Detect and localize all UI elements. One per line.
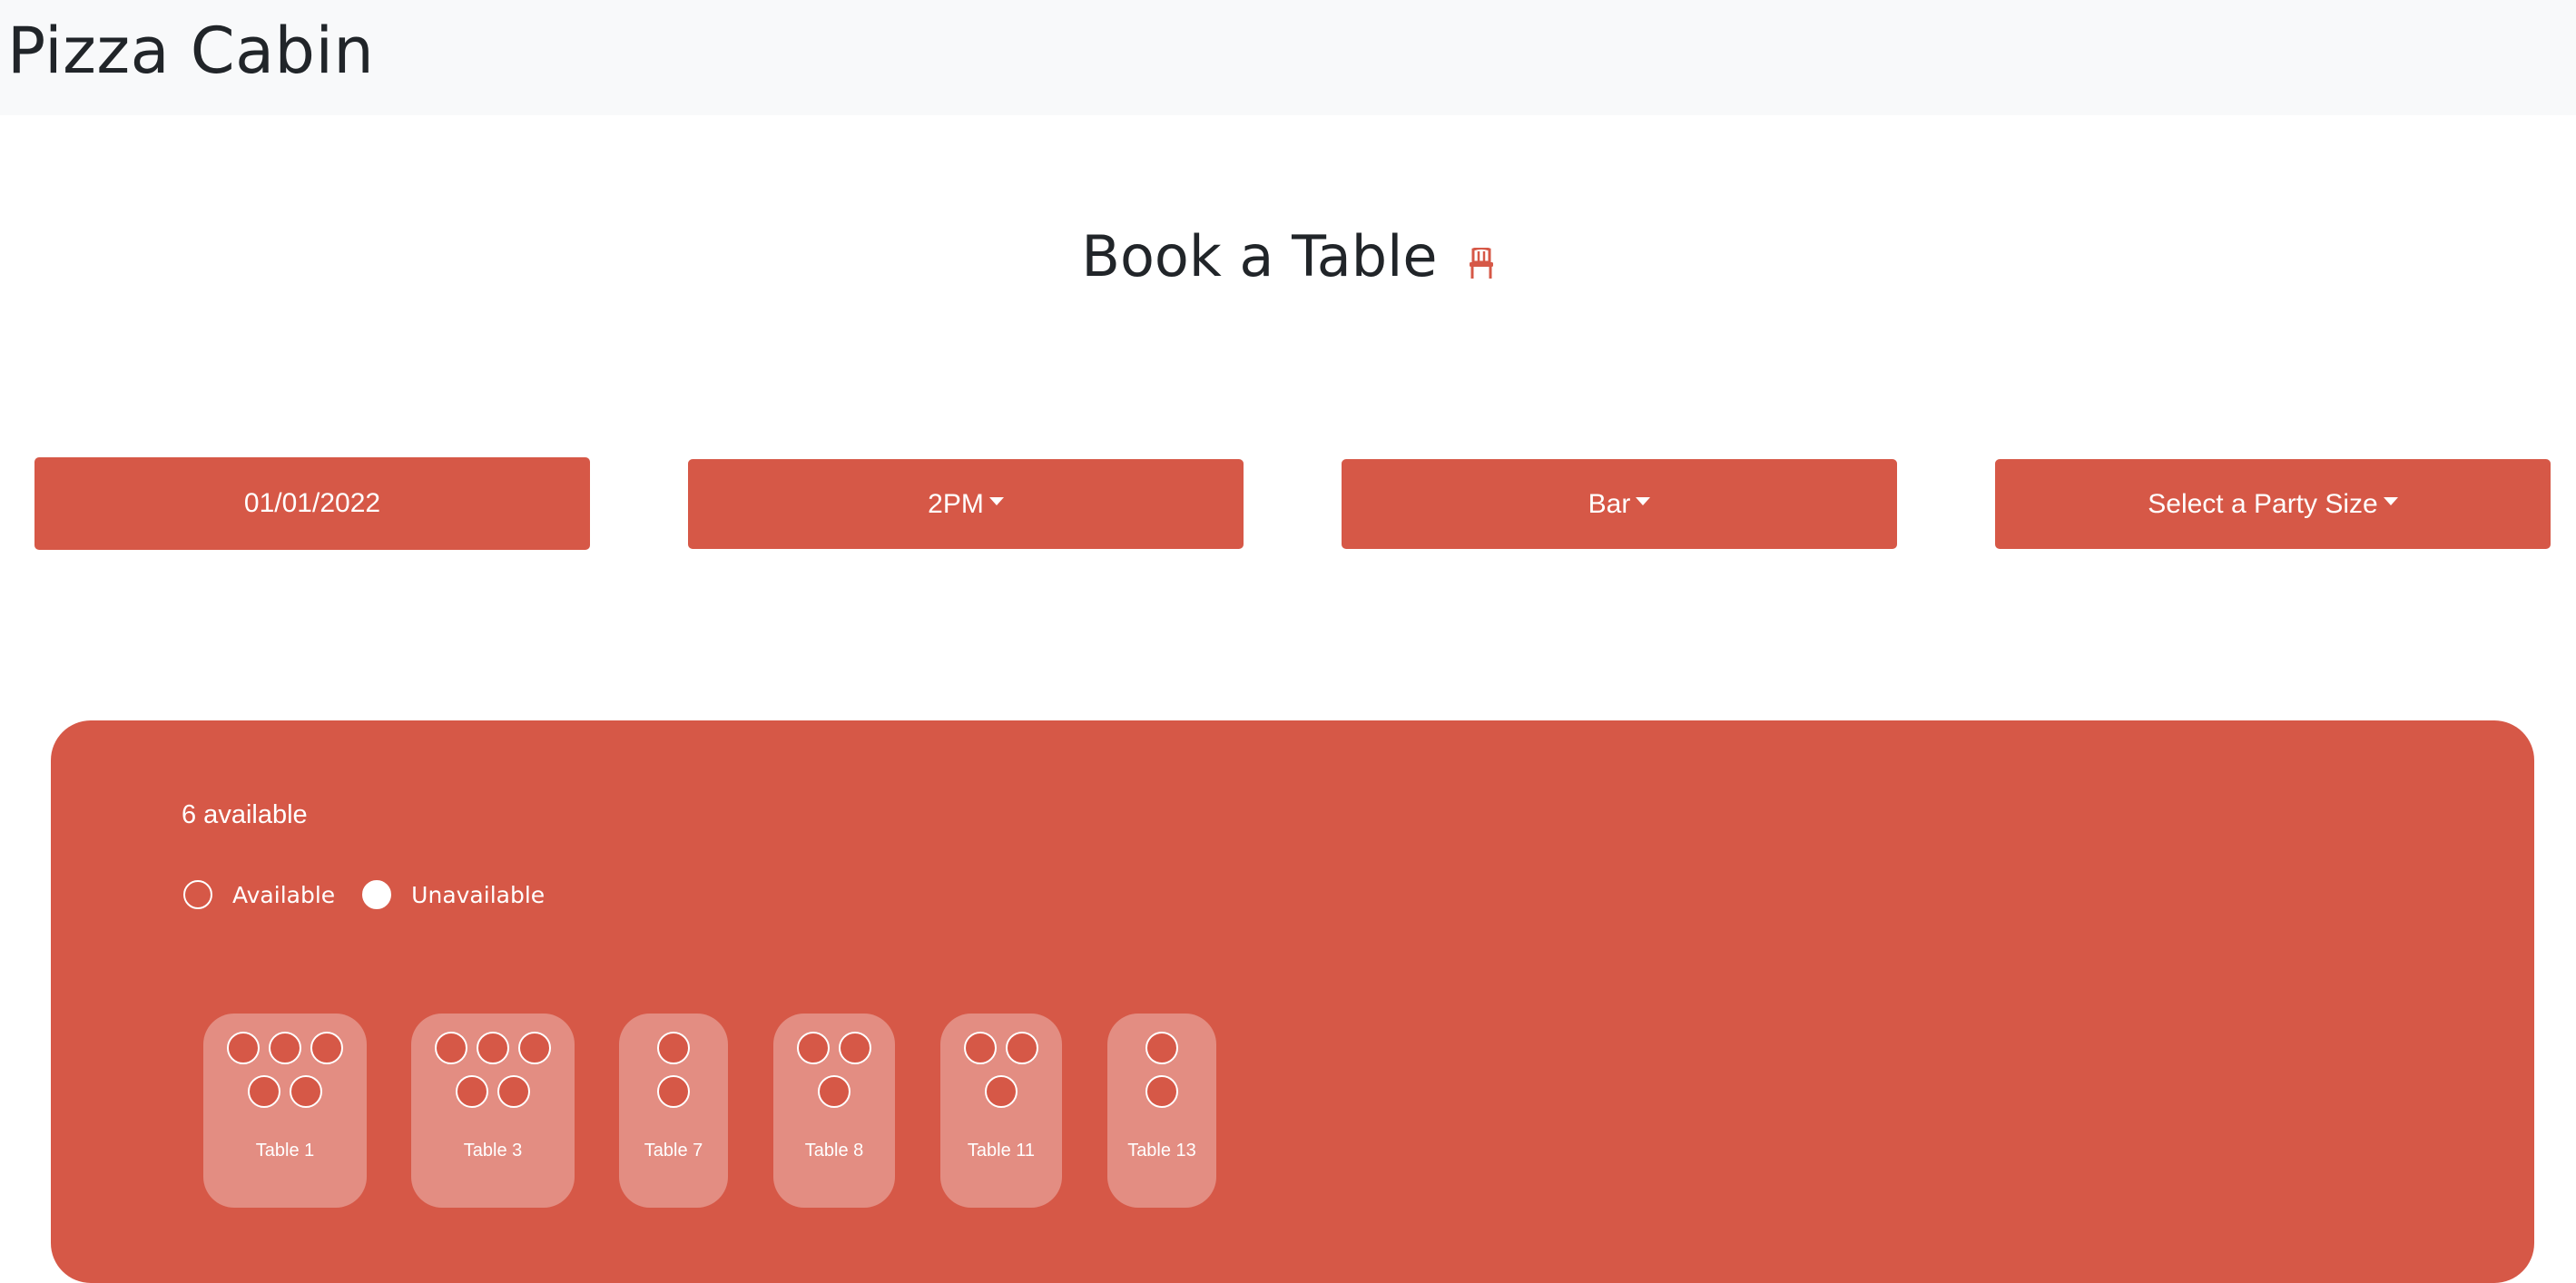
party-size-dropdown[interactable]: Select a Party Size [1995,459,2551,549]
page-title: Book a Table [1081,223,1438,289]
heading-row: Book a Table [0,216,2576,298]
area-label: Bar [1588,488,1631,519]
seat-icon[interactable] [839,1032,871,1064]
seat-icon[interactable] [269,1032,301,1064]
table-card[interactable]: Table 3 [411,1014,575,1208]
seat-icon[interactable] [985,1075,1018,1108]
table-card[interactable]: Table 1 [203,1014,367,1208]
brand-logo-text[interactable]: Pizza Cabin [7,13,374,89]
seat-icon[interactable] [435,1032,467,1064]
table-label: Table 1 [255,1141,315,1161]
seat-icon[interactable] [477,1032,509,1064]
legend: Available Unavailable [183,880,545,909]
time-label: 2PM [928,488,984,519]
table-card[interactable]: Table 8 [773,1014,895,1208]
seat-icon[interactable] [657,1075,690,1108]
caret-down-icon [2383,497,2398,505]
available-count: 6 available [182,800,308,829]
table-card[interactable]: Table 7 [619,1014,728,1208]
seat-icon[interactable] [797,1032,830,1064]
table-card[interactable]: Table 13 [1107,1014,1216,1208]
seat-icon[interactable] [1006,1032,1038,1064]
seat-icon[interactable] [818,1075,850,1108]
party-size-label: Select a Party Size [2148,488,2378,519]
caret-down-icon [988,497,1004,505]
area-dropdown[interactable]: Bar [1342,459,1897,549]
date-picker[interactable]: 01/01/2022 [34,457,590,550]
seat-icon[interactable] [518,1032,551,1064]
navbar: Pizza Cabin [0,0,2576,115]
legend-available-label: Available [232,881,336,908]
seat-icon[interactable] [456,1075,488,1108]
seat-icon[interactable] [657,1032,690,1064]
table-label: Table 8 [804,1141,864,1161]
seat-icon[interactable] [497,1075,530,1108]
date-value: 01/01/2022 [243,488,381,518]
table-selection-panel: 6 available Available Unavailable Table … [51,720,2534,1283]
caret-down-icon [1636,497,1651,505]
seat-icon[interactable] [227,1032,260,1064]
table-label: Table 11 [967,1141,1036,1161]
seat-icon[interactable] [1145,1032,1178,1064]
unavailable-legend-icon [362,880,392,909]
time-dropdown[interactable]: 2PM [688,459,1244,549]
table-label: Table 7 [644,1141,703,1161]
chair-icon [1468,247,1495,280]
seat-icon[interactable] [1145,1075,1178,1108]
seat-icon[interactable] [248,1075,280,1108]
available-legend-icon [183,880,212,909]
table-label: Table 3 [463,1141,523,1161]
seat-icon[interactable] [290,1075,322,1108]
seat-icon[interactable] [310,1032,343,1064]
legend-unavailable-label: Unavailable [411,881,546,908]
seat-icon[interactable] [964,1032,997,1064]
table-card[interactable]: Table 11 [940,1014,1062,1208]
table-label: Table 13 [1127,1141,1196,1161]
